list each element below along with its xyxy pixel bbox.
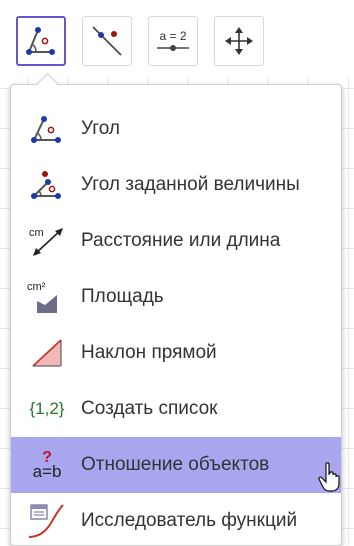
distance-length-icon: cm (25, 221, 69, 261)
menu-item-label: Исследователь функций (81, 510, 298, 531)
create-list-icon: {1,2} (25, 389, 69, 429)
relation-icon: ? a=b (25, 445, 69, 485)
menu-item-area[interactable]: cm² Площадь (11, 269, 341, 325)
menu-item-label: Площадь (81, 286, 164, 307)
menu-item-create-list[interactable]: {1,2} Создать список (11, 381, 341, 437)
angle-icon (24, 24, 58, 58)
menu-item-slope[interactable]: Наклон прямой (11, 325, 341, 381)
angle-icon (25, 109, 69, 149)
menu-item-label: Расстояние или длина (81, 230, 281, 251)
function-inspector-icon (25, 501, 69, 541)
area-icon: cm² (25, 277, 69, 317)
toolbar: a = 2 (0, 0, 354, 78)
menu-item-relation[interactable]: ? a=b Отношение объектов (11, 437, 341, 493)
line-point-icon (90, 24, 124, 58)
menu-item-label: Наклон прямой (81, 342, 217, 363)
slope-icon (25, 333, 69, 373)
menu-item-function-inspector[interactable]: Исследователь функций (11, 493, 341, 545)
menu-item-label: Угол (81, 118, 120, 139)
distance-length-icon-text: cm (29, 227, 44, 239)
line-point-tool-button[interactable] (82, 16, 132, 66)
slider-icon: a = 2 (155, 29, 191, 53)
area-icon-text: cm² (27, 281, 46, 293)
relation-icon-text: a=b (32, 462, 62, 481)
menu-item-label: Создать список (81, 398, 218, 419)
menu-item-label: Отношение объектов (81, 454, 270, 475)
menu-item-angle-given-size[interactable]: Угол заданной величины (11, 157, 341, 213)
move-icon (224, 26, 254, 56)
slider-icon-label: a = 2 (159, 29, 187, 43)
angle-tool-button[interactable] (16, 16, 66, 66)
menu-item-distance-length[interactable]: cm Расстояние или длина (11, 213, 341, 269)
menu-item-label: Угол заданной величины (81, 174, 300, 195)
tool-dropdown-menu: Угол Угол заданной величины cm Расстояни… (10, 84, 342, 546)
menu-item-angle[interactable]: Угол (11, 101, 341, 157)
slider-tool-button[interactable]: a = 2 (148, 16, 198, 66)
move-tool-button[interactable] (214, 16, 264, 66)
angle-given-size-icon (25, 165, 69, 205)
hand-cursor-icon (318, 462, 342, 497)
create-list-icon-text: {1,2} (29, 399, 65, 418)
